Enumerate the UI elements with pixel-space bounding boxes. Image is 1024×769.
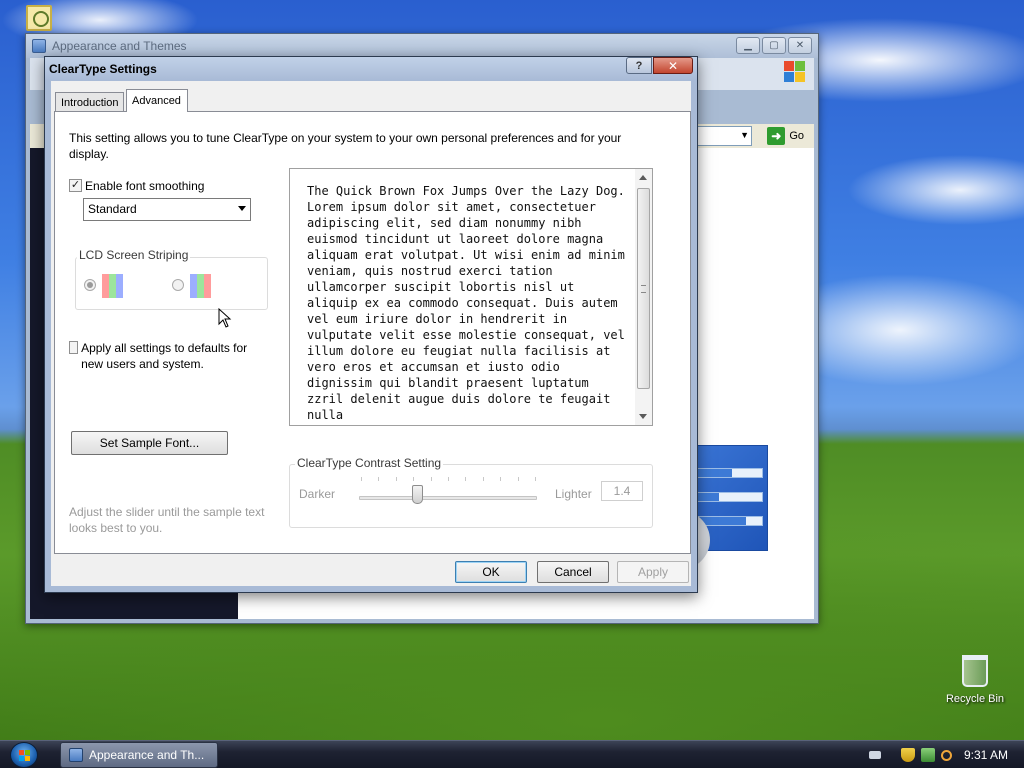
slider-tick: [465, 477, 467, 481]
taskbar-window-button[interactable]: Appearance and Th...: [60, 742, 218, 768]
sample-text-box[interactable]: The Quick Brown Fox Jumps Over the Lazy …: [289, 168, 653, 426]
rgb-striping-radio[interactable]: [84, 279, 96, 291]
contrast-group-label: ClearType Contrast Setting: [295, 456, 444, 470]
search-icon[interactable]: [940, 749, 952, 761]
slider-tick: [395, 477, 397, 481]
bgr-stripe-icon: [190, 274, 211, 298]
lighter-label: Lighter: [555, 487, 592, 501]
smoothing-mode-select[interactable]: Standard: [83, 198, 251, 221]
contrast-slider-thumb[interactable]: [412, 485, 424, 504]
slider-tick: [430, 477, 432, 481]
control-panel-icon: [69, 748, 83, 762]
slider-tick: [378, 477, 380, 481]
windows-logo-icon: [784, 61, 806, 83]
keyboard-icon[interactable]: [868, 751, 881, 759]
go-button[interactable]: ➜ Go: [767, 126, 804, 146]
lcd-striping-label: LCD Screen Striping: [77, 248, 191, 262]
minimize-button[interactable]: ▁: [736, 37, 760, 54]
close-button[interactable]: ✕: [653, 57, 693, 74]
sample-scrollbar[interactable]: [635, 169, 652, 425]
scroll-up-icon[interactable]: [639, 175, 647, 180]
tab-advanced[interactable]: Advanced: [126, 89, 188, 112]
apply-defaults-option[interactable]: Apply all settings to defaults for new u…: [69, 340, 269, 372]
apply-defaults-label: Apply all settings to defaults for new u…: [81, 341, 248, 371]
desktop-shortcut-icon[interactable]: [26, 5, 52, 31]
recycle-bin-icon: [962, 655, 988, 687]
slider-tick: [448, 477, 449, 481]
go-label: Go: [789, 130, 804, 142]
intro-text: This setting allows you to tune ClearTyp…: [69, 131, 622, 161]
scroll-thumb[interactable]: [637, 188, 650, 389]
system-tray: 9:31 AM: [868, 741, 1024, 769]
dialog-title: ClearType Settings: [49, 62, 157, 76]
clock[interactable]: 9:31 AM: [964, 748, 1008, 762]
maximize-button[interactable]: ▢: [762, 37, 786, 54]
window-titlebar[interactable]: Appearance and Themes ▁ ▢ ✕: [26, 34, 818, 58]
scroll-down-icon[interactable]: [639, 414, 647, 419]
advanced-tab-panel: This setting allows you to tune ClearTyp…: [54, 111, 691, 554]
ok-button[interactable]: OK: [455, 561, 527, 583]
cancel-button[interactable]: Cancel: [537, 561, 609, 583]
shield-icon[interactable]: [900, 748, 915, 762]
slider-tick: [361, 477, 362, 481]
font-smoothing-checkbox[interactable]: ✓: [69, 179, 82, 192]
slider-tick: [482, 477, 484, 481]
mouse-cursor-icon: [218, 308, 232, 328]
chevron-down-icon: [238, 206, 246, 211]
contrast-slider-track[interactable]: [359, 496, 537, 500]
cleartype-settings-dialog[interactable]: ClearType Settings ? ✕ Introduction Adva…: [44, 56, 698, 593]
contrast-value-field: 1.4: [601, 481, 643, 501]
font-smoothing-label: Enable font smoothing: [85, 179, 205, 193]
dialog-body: Introduction Advanced This setting allow…: [51, 81, 691, 586]
set-sample-font-button[interactable]: Set Sample Font...: [71, 431, 228, 455]
start-button[interactable]: [10, 742, 38, 768]
go-arrow-icon: ➜: [767, 127, 786, 145]
tab-introduction[interactable]: Introduction: [55, 92, 125, 112]
slider-tick: [500, 477, 502, 481]
apply-defaults-checkbox[interactable]: [69, 341, 79, 354]
rgb-stripe-icon: [102, 274, 123, 298]
font-smoothing-option[interactable]: ✓ Enable font smoothing: [69, 178, 204, 194]
recycle-bin-shortcut[interactable]: Recycle Bin: [940, 655, 1010, 705]
recycle-bin-label: Recycle Bin: [945, 693, 1005, 705]
close-button[interactable]: ✕: [788, 37, 812, 54]
apply-button[interactable]: Apply: [617, 561, 689, 583]
window-title: Appearance and Themes: [52, 39, 187, 53]
chevron-down-icon[interactable]: ▼: [740, 130, 749, 140]
control-panel-icon: [32, 39, 46, 53]
smoothing-mode-value: Standard: [88, 202, 137, 216]
slider-tick: [517, 477, 519, 481]
dialog-titlebar[interactable]: ClearType Settings ? ✕: [45, 57, 697, 81]
network-icon[interactable]: [920, 748, 935, 762]
help-button[interactable]: ?: [626, 57, 652, 74]
darker-label: Darker: [299, 487, 336, 501]
taskbar-window-label: Appearance and Th...: [89, 748, 205, 762]
slider-tick: [413, 477, 415, 481]
sample-text: The Quick Brown Fox Jumps Over the Lazy …: [307, 184, 625, 422]
bgr-striping-radio[interactable]: [172, 279, 184, 291]
taskbar: Appearance and Th... 9:31 AM: [0, 740, 1024, 768]
slider-tick: [535, 477, 536, 481]
slider-hint-text: Adjust the slider until the sample text …: [69, 505, 265, 535]
address-field[interactable]: ▼: [692, 126, 752, 146]
